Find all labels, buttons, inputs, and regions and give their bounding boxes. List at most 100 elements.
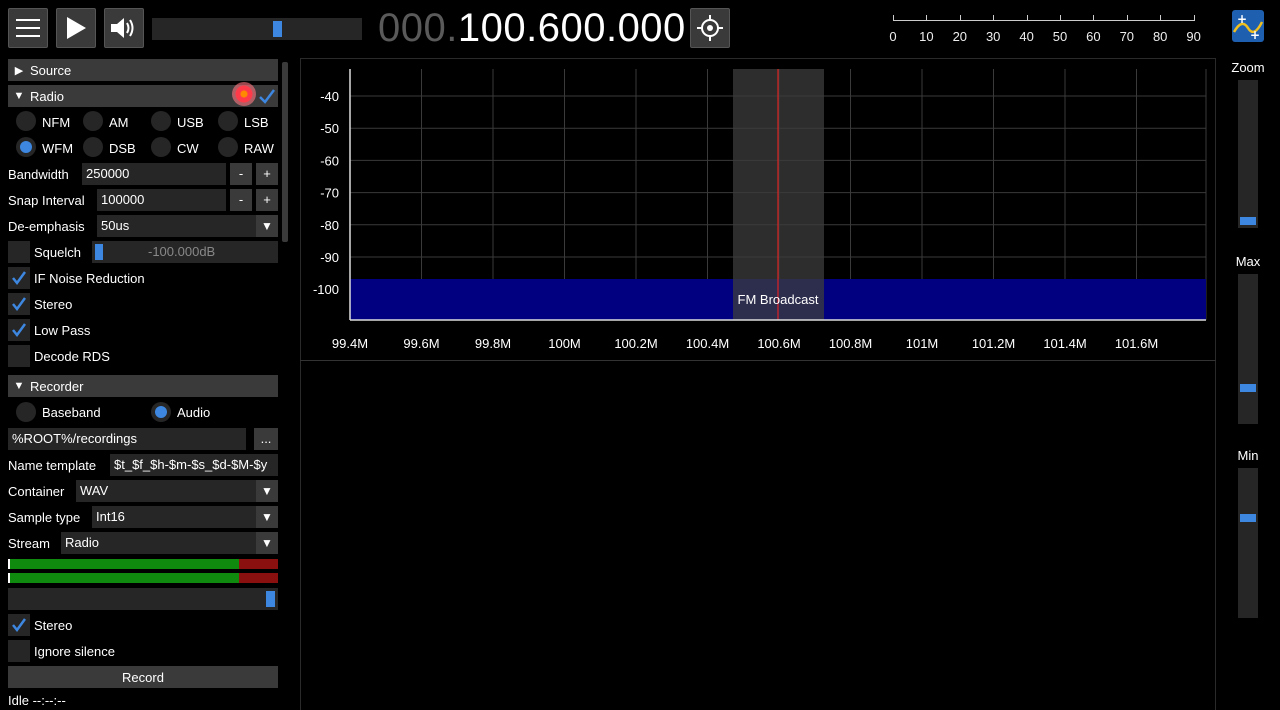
demod-radio-dsb[interactable] — [83, 137, 103, 157]
menu-scrollbar[interactable] — [282, 62, 288, 242]
browse-path-button[interactable]: ... — [254, 428, 278, 450]
bandwidth-increment-button[interactable]: + — [256, 163, 278, 185]
demod-label-wfm: WFM — [42, 141, 74, 156]
deemphasis-label: De-emphasis — [8, 219, 85, 234]
recorder-stereo-checkbox[interactable] — [8, 614, 30, 636]
recorder-stereo-label: Stereo — [34, 618, 73, 633]
y-tick-label: -80 — [320, 218, 339, 233]
snap-interval-increment-button[interactable]: + — [256, 189, 278, 211]
recorder-mode-baseband-radio[interactable] — [16, 402, 36, 422]
sample-type-label: Sample type — [8, 510, 81, 525]
chevron-down-icon[interactable]: ▼ — [256, 532, 278, 554]
ignore-silence-checkbox[interactable] — [8, 640, 30, 662]
min-slider-handle[interactable] — [1240, 514, 1256, 522]
recorder-section-header[interactable]: ▼ Recorder — [8, 375, 278, 397]
menu-button[interactable] — [8, 8, 48, 48]
waterfall-display[interactable] — [301, 361, 1215, 710]
center-tuning-button[interactable] — [690, 8, 730, 48]
low-pass-label: Low Pass — [34, 323, 91, 338]
play-icon — [67, 17, 86, 39]
demod-radio-nfm[interactable] — [16, 111, 36, 131]
radio-enabled-check-icon[interactable] — [258, 88, 276, 104]
stereo-checkbox[interactable] — [8, 293, 30, 315]
radio-section-title: Radio — [30, 88, 64, 104]
y-tick-label: -50 — [320, 121, 339, 136]
demod-radio-usb[interactable] — [151, 111, 171, 131]
frequency-digits[interactable]: 100.600.000 — [458, 6, 686, 50]
decode-rds-checkbox[interactable] — [8, 345, 30, 367]
stream-select[interactable]: Radio — [61, 532, 256, 554]
recording-path-input[interactable]: %ROOT%/recordings — [8, 428, 246, 450]
max-slider-handle[interactable] — [1240, 384, 1256, 392]
chevron-down-icon[interactable]: ▼ — [256, 506, 278, 528]
meter-level-tick — [8, 559, 10, 569]
x-tick-label: 100.4M — [686, 336, 729, 351]
chevron-down-icon[interactable]: ▼ — [256, 215, 278, 237]
snr-tick-label: 50 — [1052, 29, 1068, 44]
bandwidth-decrement-button[interactable]: - — [230, 163, 252, 185]
demod-label-cw: CW — [177, 141, 199, 156]
record-button[interactable]: Record — [8, 666, 278, 688]
frequency-display[interactable]: 000.100.600.000 — [378, 4, 686, 52]
x-tick-label: 99.4M — [332, 336, 368, 351]
demod-radio-wfm[interactable] — [16, 137, 36, 157]
snap-interval-input[interactable]: 100000 — [97, 189, 226, 211]
fft-spectrum-plot[interactable]: 99.4M 99.6M 99.8M 100M 100.2M 100.4M 100.6M 100… — [300, 58, 1216, 360]
snr-tick-label: 30 — [985, 29, 1001, 44]
snap-interval-decrement-button[interactable]: - — [230, 189, 252, 211]
mute-button[interactable] — [104, 8, 144, 48]
bandwidth-input[interactable]: 250000 — [82, 163, 226, 185]
zoom-slider-handle[interactable] — [1240, 217, 1256, 225]
recorder-volume-handle[interactable] — [266, 591, 275, 607]
x-tick-label: 100.8M — [829, 336, 872, 351]
recorder-mode-audio-radio[interactable] — [151, 402, 171, 422]
sample-type-select[interactable]: Int16 — [92, 506, 256, 528]
demod-radio-lsb[interactable] — [218, 111, 238, 131]
app-logo-icon[interactable]: + + — [1232, 10, 1264, 42]
recorder-section-title: Recorder — [30, 378, 84, 394]
min-slider[interactable] — [1238, 468, 1258, 618]
x-tick-label: 100.2M — [614, 336, 657, 351]
zoom-slider[interactable] — [1238, 80, 1258, 228]
snap-interval-label: Snap Interval — [8, 193, 85, 208]
snr-tick — [926, 15, 928, 21]
x-tick-label: 99.8M — [475, 336, 511, 351]
frequency-leading-zeros[interactable]: 000. — [378, 6, 458, 50]
snr-tick — [1093, 15, 1095, 21]
min-label: Min — [1237, 448, 1259, 463]
recorder-mode-baseband-label: Baseband — [42, 405, 101, 420]
low-pass-checkbox[interactable] — [8, 319, 30, 341]
source-section-header[interactable]: ▶ Source — [8, 59, 278, 81]
squelch-slider-handle[interactable] — [95, 244, 103, 260]
if-noise-reduction-label: IF Noise Reduction — [34, 271, 145, 286]
volume-slider[interactable] — [152, 18, 362, 40]
x-tick-label: 100M — [548, 336, 581, 351]
max-slider[interactable] — [1238, 274, 1258, 424]
name-template-input[interactable]: $t_$f_$h-$m-$s_$d-$M-$y — [110, 454, 278, 476]
demod-radio-cw[interactable] — [151, 137, 171, 157]
hamburger-icon — [16, 19, 40, 37]
recorder-volume-slider[interactable] — [8, 588, 278, 610]
name-template-label: Name template — [8, 458, 97, 473]
recorder-mode-audio-label: Audio — [177, 405, 211, 420]
crosshair-icon — [697, 15, 723, 41]
snr-meter-line — [893, 20, 1194, 21]
demod-radio-raw[interactable] — [218, 137, 238, 157]
snr-tick-label: 40 — [1019, 29, 1034, 44]
container-select[interactable]: WAV — [76, 480, 256, 502]
demod-radio-am[interactable] — [83, 111, 103, 131]
meter-red-zone — [239, 559, 278, 569]
squelch-checkbox[interactable] — [8, 241, 30, 263]
deemphasis-select[interactable]: 50us — [97, 215, 256, 237]
if-noise-reduction-checkbox[interactable] — [8, 267, 30, 289]
squelch-label: Squelch — [34, 245, 81, 260]
demod-label-dsb: DSB — [109, 141, 136, 156]
squelch-slider[interactable]: -100.000dB — [92, 241, 278, 263]
play-button[interactable] — [56, 8, 96, 48]
chevron-down-icon[interactable]: ▼ — [256, 480, 278, 502]
volume-slider-handle[interactable] — [273, 21, 282, 37]
meter-green-zone — [8, 573, 239, 583]
snr-tick — [993, 15, 995, 21]
x-tick-label: 101.6M — [1115, 336, 1158, 351]
snr-tick-label: 70 — [1119, 29, 1135, 44]
